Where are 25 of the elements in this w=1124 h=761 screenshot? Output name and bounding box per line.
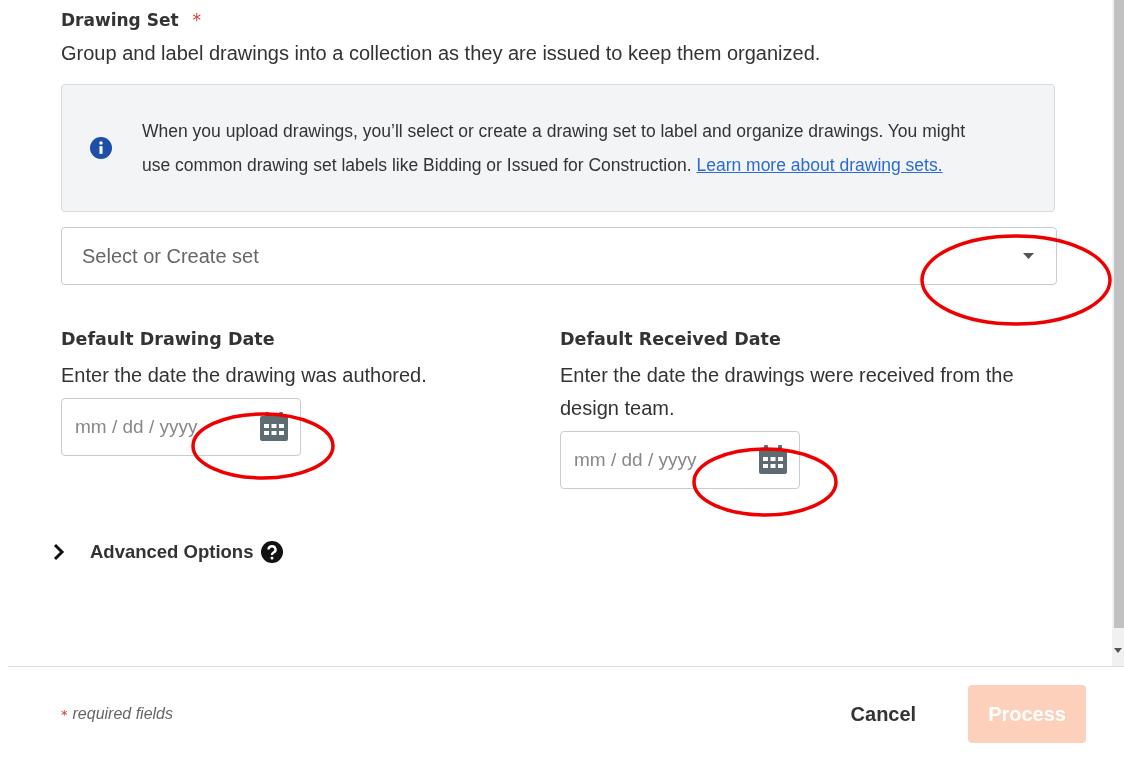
section-title: Drawing Set [61, 10, 179, 30]
scrollbar[interactable] [1112, 0, 1124, 666]
advanced-options-toggle[interactable]: Advanced Options [90, 541, 254, 563]
cancel-button[interactable]: Cancel [830, 685, 937, 743]
help-icon [261, 541, 284, 563]
date-field[interactable]: mm / dd / yyyy [61, 398, 301, 456]
info-text: When you upload drawings, you’ll select or create a drawing set to label and organize drawings. You might use common drawing set labels like Bidding or Issued for Construction. Learn more about drawing sets. [142, 120, 966, 177]
chevron-icon[interactable] [52, 542, 66, 562]
date-field[interactable]: mm / dd / yyyy [560, 431, 800, 489]
required-mark: * [192, 10, 202, 30]
scroll-down-icon[interactable] [1114, 648, 1122, 653]
required-note: required fields [72, 705, 173, 723]
calendar-icon[interactable] [259, 412, 289, 442]
learn-more-link[interactable]: Learn more about drawing sets. [696, 155, 943, 175]
set-select[interactable]: Select or Create set [61, 227, 1057, 285]
field-label: Default Received Date [560, 329, 782, 349]
caret-icon [1023, 253, 1034, 259]
section-description: Group and label drawings into a collection as they are issued to keep them organized. [61, 42, 822, 65]
calendar-icon[interactable] [758, 445, 788, 475]
field-description: Enter the date the drawing was authored. [61, 363, 428, 388]
info-icon [90, 137, 112, 159]
scrollbar-thumb[interactable] [1114, 0, 1124, 628]
field-label: Default Drawing Date [61, 329, 276, 349]
required-mark: * [61, 707, 68, 722]
field-description: Enter the date the drawings were received from the design team. [560, 363, 1015, 421]
